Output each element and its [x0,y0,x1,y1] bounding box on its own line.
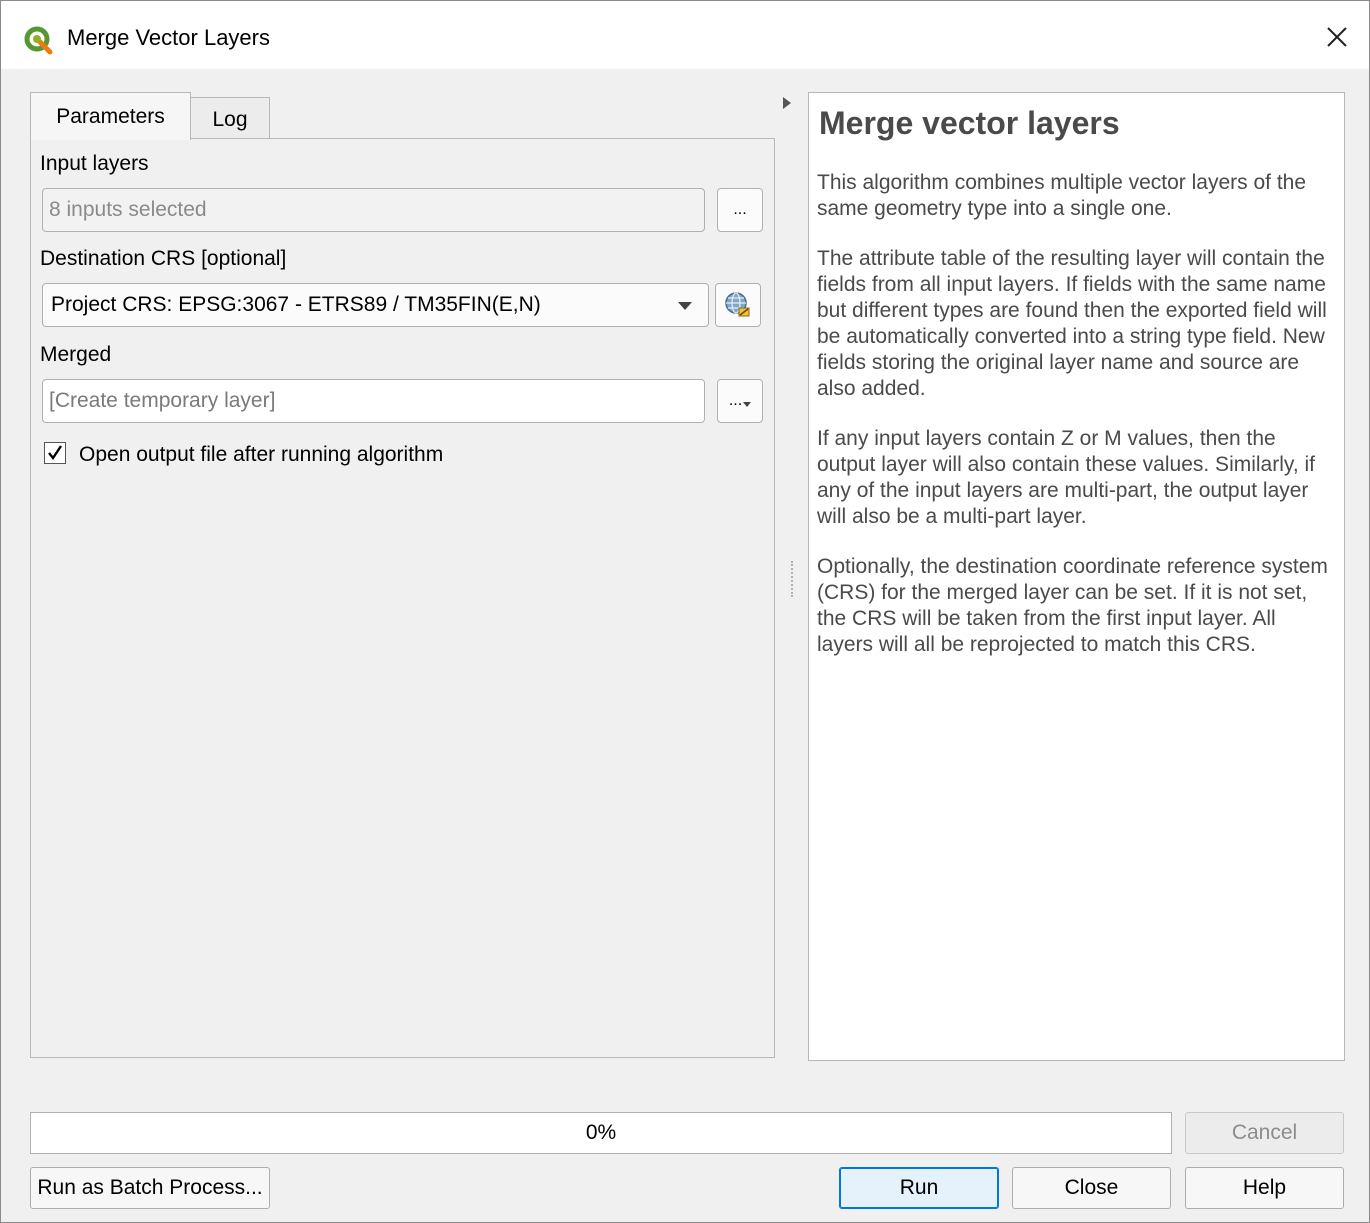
run-button[interactable]: Run [839,1167,999,1209]
crs-select-button[interactable] [715,283,761,327]
collapse-panel-arrow-icon[interactable] [783,97,791,109]
merged-output-field[interactable]: [Create temporary layer] [42,379,705,423]
input-layers-label: Input layers [40,152,149,175]
progress-bar: 0% [30,1112,1172,1154]
help-button[interactable]: Help [1185,1167,1344,1209]
destination-crs-combobox[interactable]: Project CRS: EPSG:3067 - ETRS89 / TM35FI… [42,283,709,327]
progress-text: 0% [585,1121,617,1144]
merged-label: Merged [40,343,112,366]
qgis-logo-icon [24,26,53,55]
close-icon[interactable] [1315,15,1359,59]
merge-vector-layers-dialog: Merge Vector Layers Parameters Log Input… [0,0,1370,1223]
open-output-label: Open output file after running algorithm [79,443,444,466]
help-panel: Merge vector layers This algorithm combi… [808,92,1345,1061]
help-paragraph: This algorithm combines multiple vector … [817,171,1307,220]
checkmark-icon [48,445,62,461]
splitter-handle[interactable] [791,561,795,597]
tab-log[interactable]: Log [190,97,270,141]
chevron-down-icon [678,302,692,310]
cancel-button[interactable]: Cancel [1185,1112,1344,1154]
help-title: Merge vector layers [819,105,1120,141]
input-layers-field: 8 inputs selected [42,188,705,232]
run-as-batch-button[interactable]: Run as Batch Process... [30,1167,270,1209]
tab-label: Parameters [56,104,165,128]
help-paragraph: Optionally, the destination coordinate r… [817,555,1328,656]
crs-globe-icon [725,292,750,317]
parameters-panel [30,138,775,1058]
open-output-checkbox[interactable] [44,442,66,464]
input-layers-browse-button[interactable]: ... [717,188,763,232]
destination-crs-label: Destination CRS [optional] [40,247,287,270]
tab-label: Log [212,107,248,131]
title-bar: Merge Vector Layers [1,1,1369,69]
help-paragraph: The attribute table of the resulting lay… [817,247,1327,400]
help-paragraph: If any input layers contain Z or M value… [817,427,1316,528]
merged-output-menu-button[interactable]: ... [717,379,763,423]
window-title: Merge Vector Layers [67,25,270,50]
chevron-down-icon [743,402,752,407]
close-button[interactable]: Close [1012,1167,1171,1209]
tab-parameters[interactable]: Parameters [30,92,191,140]
